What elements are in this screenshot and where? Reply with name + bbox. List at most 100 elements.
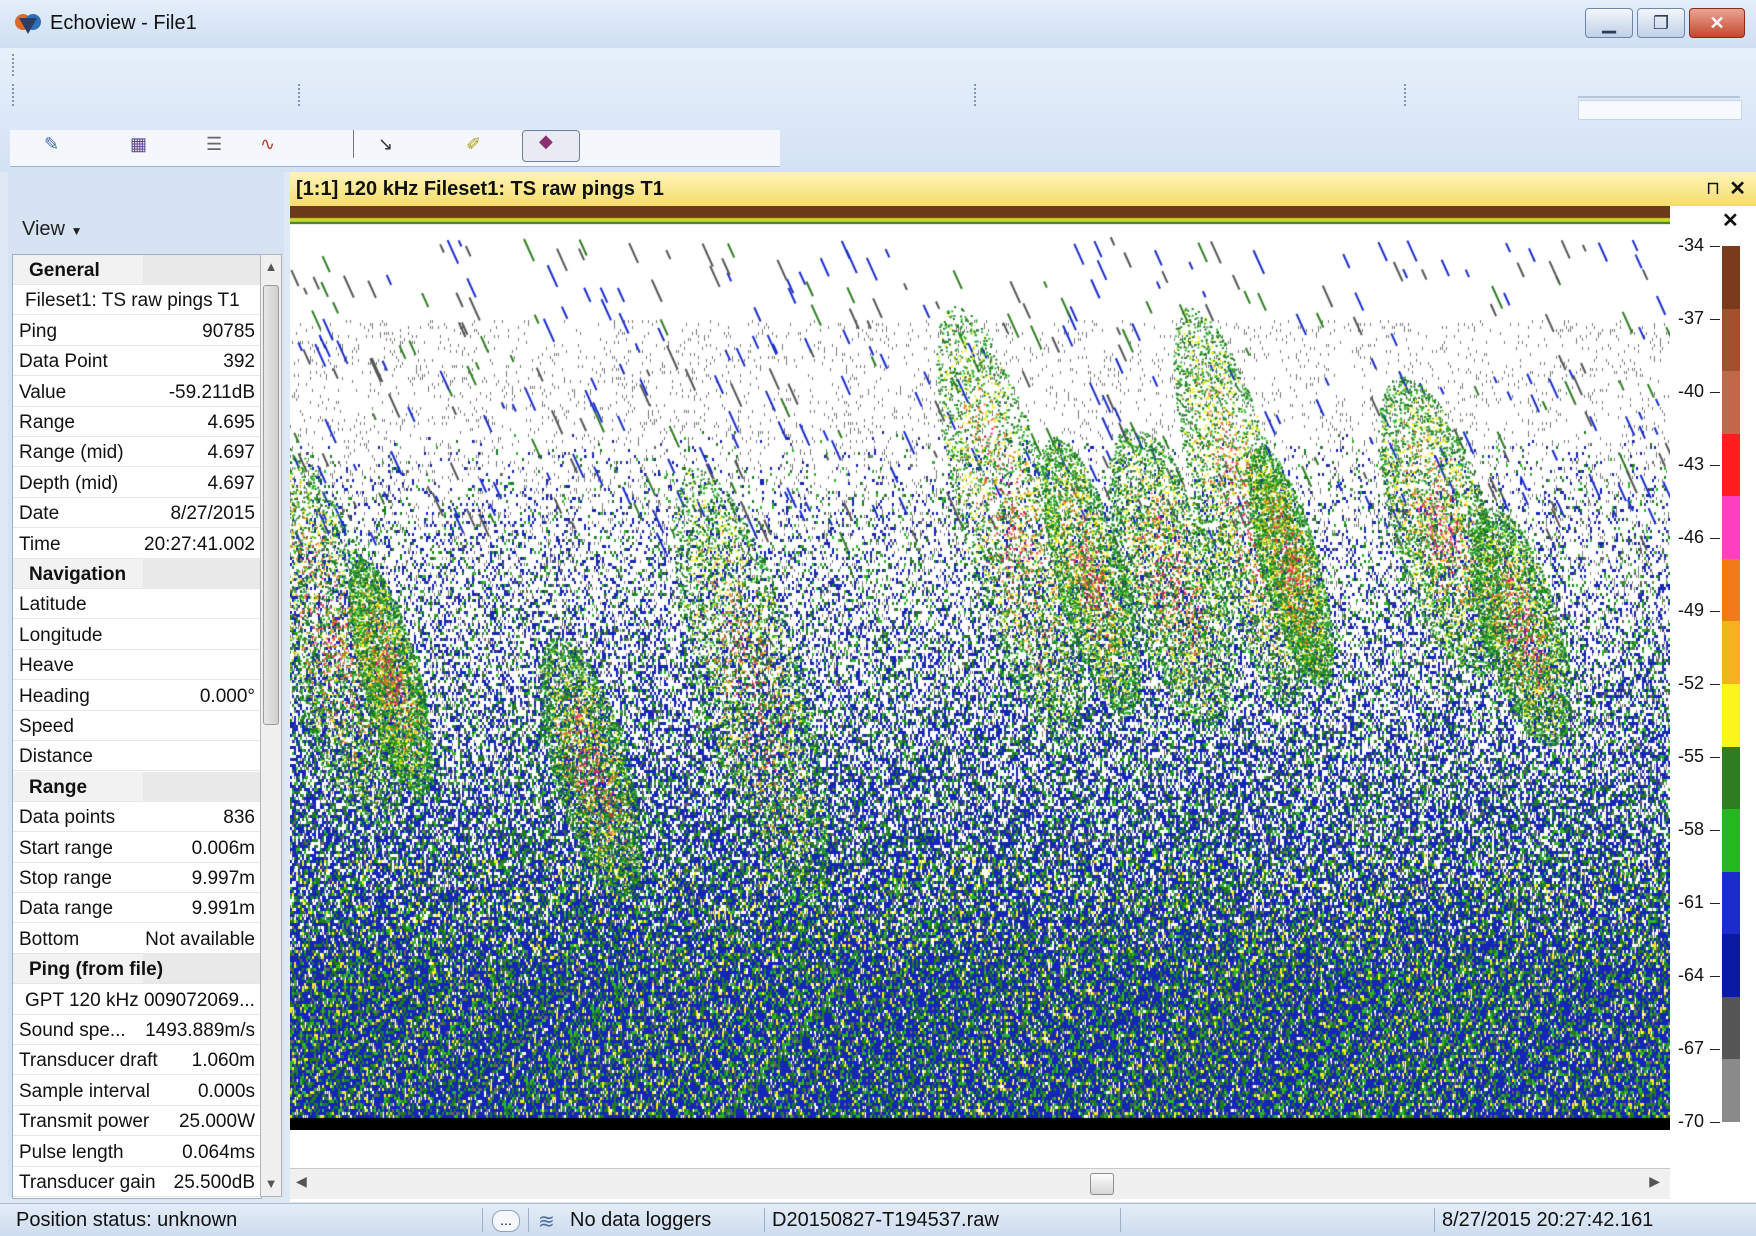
property-value: 25.000W: [178, 1111, 255, 1133]
property-value: 4.697: [207, 472, 255, 494]
echogram-plot[interactable]: [290, 206, 1670, 1130]
property-row[interactable]: Longitude: [13, 620, 261, 650]
pencil-icon[interactable]: ✐: [466, 134, 481, 154]
property-key: Data Point: [19, 351, 108, 373]
property-value: 392: [223, 351, 255, 373]
color-scale-segment: [1722, 1059, 1740, 1123]
tool-icon[interactable]: ✎: [44, 134, 59, 154]
property-row[interactable]: Stop range 9.997m: [13, 863, 261, 893]
scroll-thumb[interactable]: [1090, 1173, 1114, 1195]
scroll-up-icon[interactable]: ▲: [261, 255, 281, 279]
property-row[interactable]: Fileset1: TS raw pings T1: [13, 285, 261, 316]
toolbar-grip[interactable]: [1404, 84, 1409, 106]
close-icon: ✕: [1709, 12, 1725, 33]
property-row[interactable]: Latitude: [13, 589, 261, 620]
property-row[interactable]: Heading 0.000°: [13, 681, 261, 711]
minimize-button[interactable]: ▁: [1585, 8, 1633, 38]
color-scale-tick: [1710, 830, 1720, 831]
scroll-down-icon[interactable]: ▼: [261, 1172, 281, 1196]
grid-icon[interactable]: ▦: [130, 134, 147, 154]
property-row[interactable]: Data range 9.991m: [13, 893, 261, 924]
scroll-right-icon[interactable]: ▶: [1649, 1173, 1660, 1190]
property-row[interactable]: Data Point 392: [13, 346, 261, 377]
document-icon[interactable]: ☰: [206, 134, 222, 154]
data-loggers-status: No data loggers: [570, 1209, 712, 1231]
echogram-scrollbar[interactable]: ◀ ▶: [290, 1168, 1670, 1199]
scroll-thumb[interactable]: [263, 285, 279, 725]
toolbar-grip[interactable]: [12, 84, 17, 106]
color-scale-label: -58: [1678, 819, 1705, 839]
property-key: General: [29, 260, 100, 281]
property-row[interactable]: Transducer gain 25.500dB: [13, 1167, 261, 1197]
restore-button[interactable]: ❐: [1637, 8, 1685, 38]
color-scale-tick: [1710, 538, 1720, 539]
property-row[interactable]: Bottom Not available: [13, 924, 261, 954]
property-row[interactable]: GPT 120 kHz 009072069...: [13, 985, 261, 1015]
status-separator: [482, 1208, 483, 1232]
color-scale-segment: [1722, 871, 1740, 935]
properties-scrollbar[interactable]: ▲ ▼: [260, 254, 282, 1197]
property-row[interactable]: Depth (mid) 4.697: [13, 468, 261, 498]
toolbar-grip[interactable]: [974, 84, 979, 106]
property-row[interactable]: Range 4.695: [13, 407, 261, 437]
close-icon[interactable]: ✕: [1722, 208, 1739, 233]
color-scale-tick: [1710, 319, 1720, 320]
color-scale-segment: [1722, 433, 1740, 497]
toolbar-grip[interactable]: [12, 54, 17, 76]
pin-icon[interactable]: ⊓: [1706, 178, 1720, 199]
view-menu[interactable]: View ▼: [22, 218, 82, 241]
property-row[interactable]: Pulse length 0.064ms: [13, 1137, 261, 1167]
property-key: Heading: [19, 685, 90, 707]
ribbon-field[interactable]: [1578, 100, 1742, 120]
toolbar-area: ✎ ▦ ☰ ∿ ↘ ✐ ◆: [0, 48, 1756, 172]
property-value: 9.991m: [191, 898, 255, 920]
property-row[interactable]: Date 8/27/2015: [13, 498, 261, 529]
property-row[interactable]: Value -59.211dB: [13, 377, 261, 407]
property-row[interactable]: Distance: [13, 741, 261, 772]
property-key: Sound spe...: [19, 1020, 126, 1041]
property-row[interactable]: Sound spe... 1493.889m/s: [13, 1015, 261, 1045]
property-section-header[interactable]: Range: [13, 771, 261, 802]
property-row[interactable]: Heave: [13, 650, 261, 681]
property-row[interactable]: Ping 90785: [13, 316, 261, 346]
property-key: Time: [19, 533, 61, 555]
property-row[interactable]: Sample interval 0.000s: [13, 1076, 261, 1106]
property-section-header[interactable]: Navigation: [13, 559, 261, 589]
close-icon[interactable]: ✕: [1729, 176, 1746, 201]
property-section-header[interactable]: General: [13, 255, 261, 285]
property-key: Value: [19, 381, 67, 403]
property-row[interactable]: Speed: [13, 711, 261, 741]
property-row[interactable]: Transmit power 25.000W: [13, 1106, 261, 1137]
property-row[interactable]: Data points 836: [13, 802, 261, 833]
property-value: 90785: [202, 320, 255, 342]
window-title: Echoview - File1: [50, 12, 197, 34]
color-scale-label: -70: [1678, 1111, 1705, 1131]
property-section-header[interactable]: Ping (from file): [13, 954, 261, 985]
property-row[interactable]: Range (mid) 4.697: [13, 437, 261, 468]
color-scale-segment: [1722, 934, 1740, 998]
property-key: Heave: [19, 655, 74, 677]
property-row[interactable]: Start range 0.006m: [13, 833, 261, 863]
property-value: 8/27/2015: [170, 503, 255, 525]
data-logger-icon: ≋: [538, 1211, 555, 1233]
property-key: Data points: [19, 807, 116, 829]
status-separator: [764, 1208, 765, 1232]
toolbar-separator: [353, 130, 354, 158]
pressed-tool-button[interactable]: ◆: [522, 130, 580, 162]
pointer-icon[interactable]: ↘: [378, 134, 393, 154]
property-value: 20:27:41.002: [144, 533, 255, 555]
color-scale-tick: [1710, 1049, 1720, 1050]
scroll-left-icon[interactable]: ◀: [296, 1173, 307, 1190]
toolbar-grip[interactable]: [298, 84, 303, 106]
color-scale-segment: [1722, 684, 1740, 748]
color-scale-segment: [1722, 746, 1740, 810]
property-value: 0.000s: [197, 1080, 255, 1102]
status-options-button[interactable]: ...: [492, 1210, 520, 1232]
graph-icon[interactable]: ∿: [260, 134, 275, 154]
color-scale-label: -34: [1678, 235, 1705, 255]
property-key: Bottom: [19, 928, 80, 950]
close-button[interactable]: ✕: [1689, 8, 1745, 38]
property-key: Latitude: [19, 594, 87, 616]
property-row[interactable]: Time 20:27:41.002: [13, 529, 261, 559]
property-row[interactable]: Transducer draft 1.060m: [13, 1045, 261, 1076]
